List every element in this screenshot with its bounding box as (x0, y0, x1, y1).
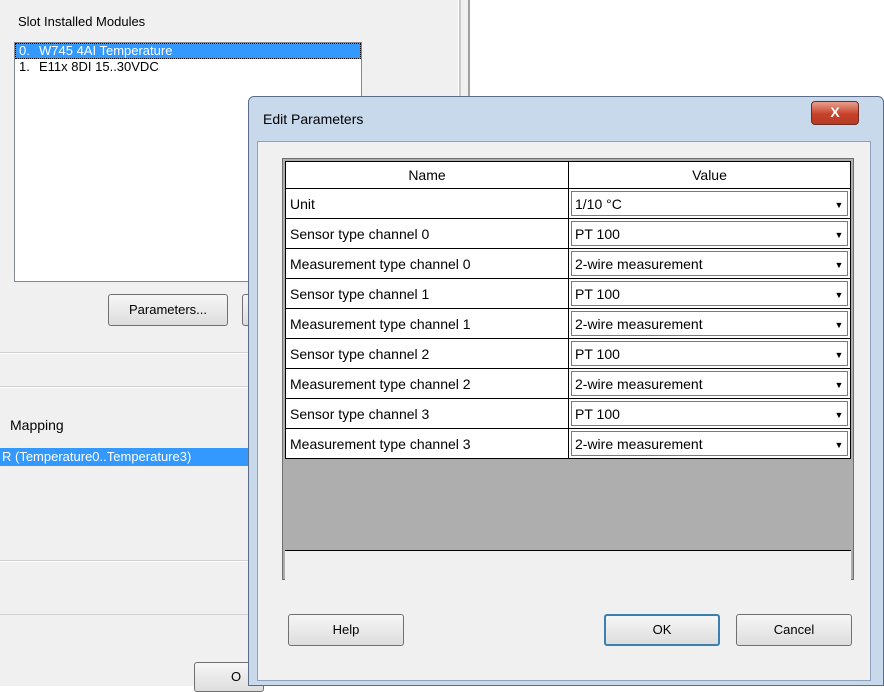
close-icon: X (830, 104, 840, 120)
parameter-value-cell: 2-wire measurement ▼ (568, 248, 851, 279)
parameter-name: Sensor type channel 2 (285, 338, 569, 369)
table-row[interactable]: Unit 1/10 °C ▼ (285, 188, 851, 219)
table-row[interactable]: Sensor type channel 0 PT 100 ▼ (285, 218, 851, 249)
parameters-grid: Name Value Unit 1/10 °C ▼ Sensor type chann… (282, 158, 854, 641)
parameter-value-select[interactable]: 2-wire measurement ▼ (571, 371, 848, 396)
parameter-name: Measurement type channel 2 (285, 368, 569, 399)
table-row[interactable]: Sensor type channel 2 PT 100 ▼ (285, 338, 851, 369)
edit-parameters-dialog: Edit Parameters X Name Value Unit 1/10 °C… (248, 96, 884, 686)
parameter-value: 2-wire measurement (575, 316, 703, 332)
parameter-value-select[interactable]: 2-wire measurement ▼ (571, 311, 848, 336)
table-row[interactable]: Measurement type channel 2 2-wire measure… (285, 368, 851, 399)
list-item[interactable]: 1. E11x 8DI 15..30VDC (15, 59, 361, 75)
module-name: E11x 8DI 15..30VDC (39, 59, 159, 74)
parameter-value-cell: 2-wire measurement ▼ (568, 308, 851, 339)
list-item[interactable]: 0. W745 4AI Temperature (15, 43, 361, 59)
parameter-value-select[interactable]: 1/10 °C ▼ (571, 191, 848, 216)
dialog-client: Name Value Unit 1/10 °C ▼ Sensor type chann… (257, 141, 871, 681)
parameter-value: 2-wire measurement (575, 376, 703, 392)
parameter-value-cell: PT 100 ▼ (568, 398, 851, 429)
chevron-down-icon[interactable]: ▼ (832, 404, 846, 426)
close-button[interactable]: X (811, 101, 859, 125)
table-row[interactable]: Measurement type channel 1 2-wire measure… (285, 308, 851, 339)
module-name: W745 4AI Temperature (39, 43, 173, 58)
parameter-name: Measurement type channel 0 (285, 248, 569, 279)
column-header-name[interactable]: Name (285, 161, 569, 189)
cancel-button[interactable]: Cancel (736, 614, 852, 646)
parameter-value-select[interactable]: PT 100 ▼ (571, 221, 848, 246)
chevron-down-icon[interactable]: ▼ (832, 434, 846, 456)
parameter-value: PT 100 (575, 226, 620, 242)
parameter-value-cell: PT 100 ▼ (568, 218, 851, 249)
module-number: 0. (19, 43, 30, 58)
parameter-value-select[interactable]: 2-wire measurement ▼ (571, 431, 848, 456)
chevron-down-icon[interactable]: ▼ (832, 284, 846, 306)
parameter-name: Sensor type channel 1 (285, 278, 569, 309)
parameters-table: Name Value Unit 1/10 °C ▼ Sensor type chann… (285, 161, 851, 459)
mapping-label: Mapping (10, 417, 64, 433)
parameter-value-select[interactable]: 2-wire measurement ▼ (571, 251, 848, 276)
parameter-value-cell: 2-wire measurement ▼ (568, 428, 851, 459)
parameter-value: 2-wire measurement (575, 436, 703, 452)
module-number: 1. (19, 59, 30, 74)
parameter-value-cell: PT 100 ▼ (568, 278, 851, 309)
parameter-value: PT 100 (575, 406, 620, 422)
parameter-value: 2-wire measurement (575, 256, 703, 272)
parameter-value: 1/10 °C (575, 196, 622, 212)
parameter-value-select[interactable]: PT 100 ▼ (571, 401, 848, 426)
mapping-row[interactable]: R (Temperature0..Temperature3) (0, 448, 260, 466)
table-row[interactable]: Measurement type channel 3 2-wire measure… (285, 428, 851, 459)
parameter-name: Sensor type channel 3 (285, 398, 569, 429)
parameters-button[interactable]: Parameters... (108, 294, 228, 326)
slot-header: Slot Installed Modules (18, 14, 146, 29)
parameter-value: PT 100 (575, 346, 620, 362)
parameter-value-cell: PT 100 ▼ (568, 338, 851, 369)
parameter-value-select[interactable]: PT 100 ▼ (571, 341, 848, 366)
parameter-value-select[interactable]: PT 100 ▼ (571, 281, 848, 306)
chevron-down-icon[interactable]: ▼ (832, 374, 846, 396)
dialog-title: Edit Parameters (263, 111, 364, 127)
chevron-down-icon[interactable]: ▼ (832, 314, 846, 336)
chevron-down-icon[interactable]: ▼ (832, 344, 846, 366)
table-row[interactable]: Sensor type channel 3 PT 100 ▼ (285, 398, 851, 429)
parameter-value-cell: 1/10 °C ▼ (568, 188, 851, 219)
column-header-value[interactable]: Value (568, 161, 851, 189)
table-row[interactable]: Measurement type channel 0 2-wire measure… (285, 248, 851, 279)
parameter-name: Measurement type channel 3 (285, 428, 569, 459)
parameter-value-cell: 2-wire measurement ▼ (568, 368, 851, 399)
chevron-down-icon[interactable]: ▼ (832, 224, 846, 246)
help-button[interactable]: Help (288, 614, 404, 646)
table-row[interactable]: Sensor type channel 1 PT 100 ▼ (285, 278, 851, 309)
chevron-down-icon[interactable]: ▼ (832, 194, 846, 216)
chevron-down-icon[interactable]: ▼ (832, 254, 846, 276)
parameter-name: Measurement type channel 1 (285, 308, 569, 339)
parameter-name: Unit (285, 188, 569, 219)
parameter-value: PT 100 (575, 286, 620, 302)
parameter-name: Sensor type channel 0 (285, 218, 569, 249)
ok-button[interactable]: OK (604, 614, 720, 646)
